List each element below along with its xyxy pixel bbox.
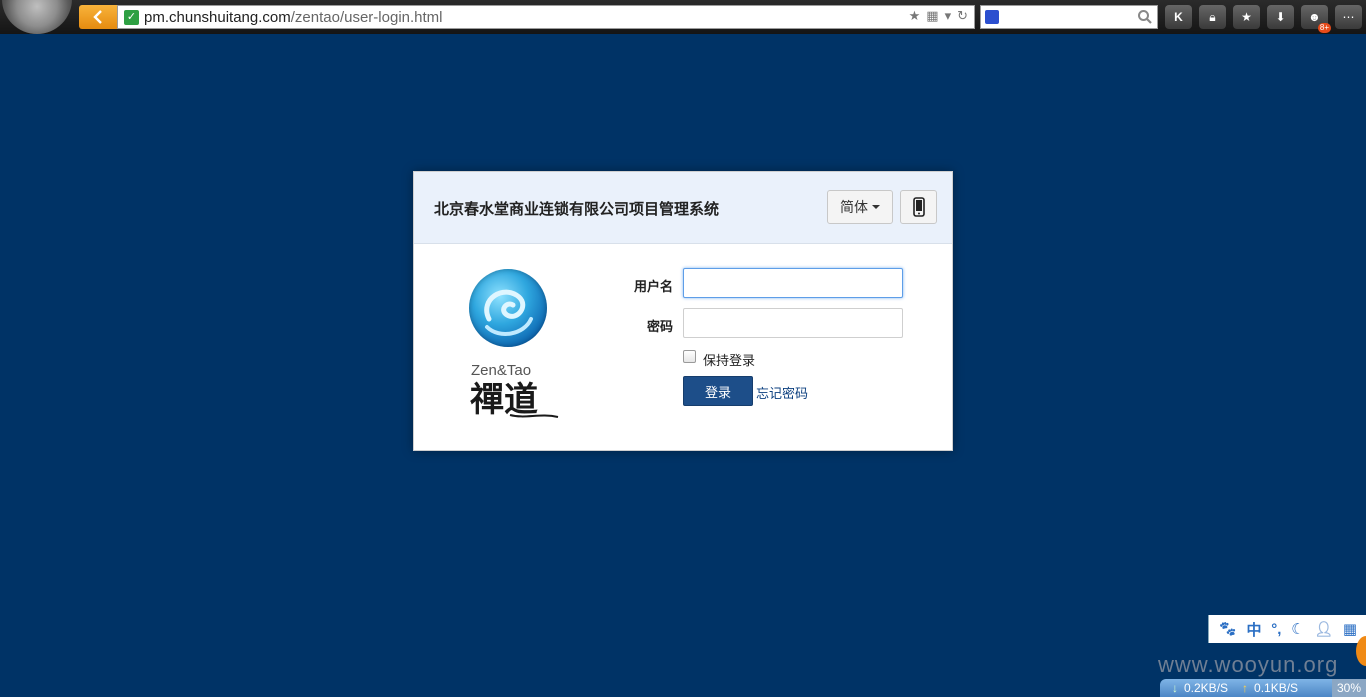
watermark: www.wooyun.org [1158, 652, 1339, 677]
game-button[interactable]: ☻ 8+ [1301, 5, 1331, 33]
download-speed: 0.2KB/S [1184, 681, 1229, 695]
upload-arrow-icon: ↑ [1242, 681, 1249, 695]
network-status-bar: ↓ 0.2KB/S ↑ 0.1KB/S 30% [1160, 679, 1366, 697]
username-label: 用户名 [633, 279, 673, 294]
language-label: 简体 [840, 199, 868, 215]
login-button-label: 登录 [704, 384, 731, 400]
moon-icon[interactable]: ☾ [1291, 620, 1304, 638]
browser-toolbar: ✓ pm.chunshuitang.com/zentao/user-login.… [0, 0, 1366, 34]
upload-speed: 0.1KB/S [1254, 681, 1299, 695]
more-icon: ⋯ [1342, 10, 1355, 24]
search-icon[interactable] [1137, 9, 1153, 25]
mobile-version-button[interactable] [900, 190, 937, 224]
favorites-button[interactable]: ★ [1233, 5, 1260, 29]
logo-text-en: Zen&Tao [471, 362, 532, 379]
zentao-logo-icon [469, 269, 547, 347]
ime-toolbar: 🐾︎ 中 °, ☾ 👤︎ ▦ [1208, 615, 1366, 643]
zoom-level[interactable]: 30% [1331, 679, 1366, 697]
url-text[interactable]: pm.chunshuitang.com/zentao/user-login.ht… [144, 9, 443, 26]
notification-badge: 8+ [1317, 23, 1331, 33]
password-label: 密码 [646, 319, 673, 334]
secure-check-icon: ✓ [124, 10, 139, 25]
download-icon: ⬇ [1275, 10, 1286, 24]
menu-button[interactable]: ⋯ [1335, 5, 1362, 29]
lock-icon: 🔒︎ [1209, 9, 1216, 24]
url-host: pm.chunshuitang.com [144, 9, 291, 26]
address-bar[interactable]: ✓ pm.chunshuitang.com/zentao/user-login.… [117, 5, 975, 29]
username-input[interactable] [683, 268, 903, 298]
floating-widget[interactable] [1356, 636, 1366, 666]
grid-icon[interactable]: ▦ [1343, 620, 1357, 638]
logo-cn-text: 禪道 [470, 380, 538, 419]
address-bar-tools: ★ ▦ ▾ ↻ [909, 8, 968, 24]
search-bar[interactable] [980, 5, 1158, 29]
ime-mode-toggle[interactable]: 中 [1247, 619, 1262, 640]
caret-down-icon [872, 205, 880, 209]
login-panel-header: 北京春水堂商业连锁有限公司项目管理系统 简体 [414, 172, 952, 244]
k-icon: K [1174, 10, 1183, 24]
bookmark-star-icon[interactable]: ★ [909, 8, 921, 24]
download-button[interactable]: ⬇ [1267, 5, 1294, 29]
password-input[interactable] [683, 308, 903, 338]
gamepad-icon: ☻ [1308, 10, 1321, 24]
mobile-phone-icon [912, 197, 925, 217]
login-button[interactable]: 登录 [683, 376, 753, 406]
browser-logo-icon[interactable] [2, 0, 72, 34]
url-path: /zentao/user-login.html [290, 9, 443, 26]
punctuation-icon[interactable]: °, [1271, 621, 1281, 638]
language-dropdown[interactable]: 简体 [827, 190, 893, 224]
user-icon[interactable]: 👤︎ [1314, 620, 1333, 638]
paw-icon[interactable]: 🐾︎ [1218, 620, 1237, 638]
k-extension-button[interactable]: K [1165, 5, 1192, 29]
dropdown-arrow-icon[interactable]: ▾ [945, 8, 952, 24]
chevron-left-icon [93, 10, 102, 24]
back-button[interactable] [79, 5, 117, 29]
forgot-password-link[interactable]: 忘记密码 [756, 383, 808, 402]
remember-label[interactable]: 保持登录 [703, 350, 755, 369]
refresh-icon[interactable]: ↻ [957, 8, 968, 24]
download-arrow-icon: ↓ [1172, 681, 1178, 695]
login-panel: 北京春水堂商业连锁有限公司项目管理系统 简体 Zen&Tao 禪道 用户名 密码… [413, 171, 953, 451]
lock-button[interactable]: 🔒︎ [1199, 5, 1226, 29]
qr-code-icon[interactable]: ▦ [926, 8, 938, 24]
page-title: 北京春水堂商业连锁有限公司项目管理系统 [434, 201, 720, 218]
search-engine-icon[interactable] [985, 10, 999, 24]
remember-checkbox[interactable] [683, 350, 696, 363]
star-icon: ★ [1241, 10, 1252, 24]
logo-text-cn: 禪道 [470, 379, 562, 424]
